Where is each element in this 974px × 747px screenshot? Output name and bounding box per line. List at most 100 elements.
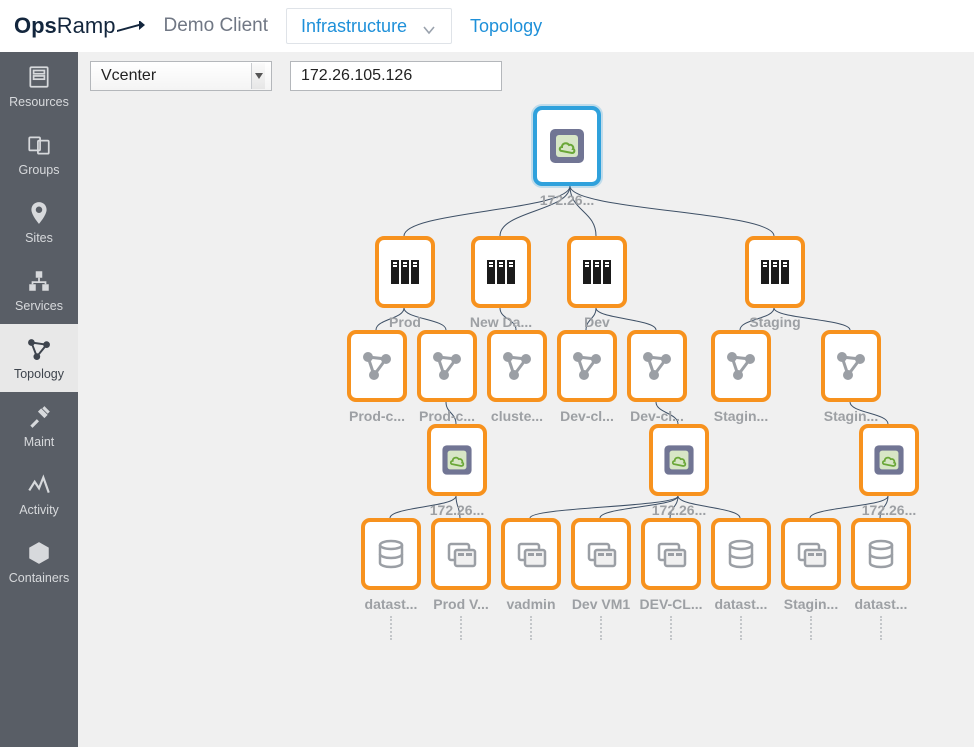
node-label: DEV-CL... — [640, 596, 703, 612]
more-tail — [670, 616, 672, 640]
sidebar: Resources Groups Sites Services Topology — [0, 52, 78, 747]
topology-node-cluster[interactable]: Dev-cl... — [626, 330, 688, 424]
more-tail — [530, 616, 532, 640]
node-label: datast... — [715, 596, 768, 612]
node-box — [361, 518, 421, 590]
node-box — [471, 236, 531, 308]
more-tail — [460, 616, 462, 640]
topology-node-vm[interactable]: Dev VM1 — [570, 518, 632, 640]
sidebar-item-label: Groups — [19, 163, 60, 177]
more-tail — [880, 616, 882, 640]
topology-node-vm[interactable]: DEV-CL... — [640, 518, 702, 640]
group-icon — [25, 132, 53, 158]
node-box — [745, 236, 805, 308]
type-select-value: Vcenter — [101, 67, 156, 85]
more-tail — [600, 616, 602, 640]
node-label: vadmin — [506, 596, 555, 612]
node-label: Stagin... — [784, 596, 838, 612]
topology-node-vm[interactable]: Prod V... — [430, 518, 492, 640]
node-label: Prod-c... — [349, 408, 405, 424]
sidebar-item-maint[interactable]: Maint — [0, 392, 78, 460]
sidebar-item-sites[interactable]: Sites — [0, 188, 78, 256]
node-label: Staging — [749, 314, 800, 330]
node-label: Prod — [389, 314, 421, 330]
sidebar-item-groups[interactable]: Groups — [0, 120, 78, 188]
node-label: Dev — [584, 314, 610, 330]
sidebar-item-label: Services — [15, 299, 63, 313]
dropdown-arrow-icon — [251, 63, 265, 89]
topology-node-datacenter[interactable]: Prod — [374, 236, 436, 330]
topology-node-cluster[interactable]: Stagin... — [820, 330, 882, 424]
topology-node-cluster[interactable]: cluste... — [486, 330, 548, 424]
more-tail — [390, 616, 392, 640]
sidebar-item-topology[interactable]: Topology — [0, 324, 78, 392]
topology-node-datacenter[interactable]: New Da... — [470, 236, 532, 330]
sidebar-item-containers[interactable]: Containers — [0, 528, 78, 596]
topology-icon — [25, 336, 53, 362]
topology-node-vcenter[interactable]: 172.26... — [536, 106, 598, 208]
sidebar-item-label: Activity — [19, 503, 59, 517]
brand-logo: Ops Ramp — [14, 13, 145, 39]
sidebar-item-label: Sites — [25, 231, 53, 245]
topology-node-cluster[interactable]: Prod-c... — [346, 330, 408, 424]
node-box — [417, 330, 477, 402]
node-label: Stagin... — [824, 408, 878, 424]
topology-node-datastore[interactable]: datast... — [850, 518, 912, 640]
node-label: 172.26... — [430, 502, 485, 518]
tools-icon — [25, 404, 53, 430]
sidebar-item-label: Topology — [14, 367, 64, 381]
brand-prefix: Ops — [14, 13, 57, 39]
pin-icon — [25, 200, 53, 226]
breadcrumb-topology[interactable]: Topology — [470, 16, 542, 37]
topology-canvas[interactable]: 172.26... Prod New Da... Dev Staging Pro… — [78, 100, 974, 747]
search-input[interactable]: 172.26.105.126 — [290, 61, 502, 91]
node-label: Stagin... — [714, 408, 768, 424]
sidebar-item-resources[interactable]: Resources — [0, 52, 78, 120]
node-box — [431, 518, 491, 590]
sidebar-item-label: Containers — [9, 571, 69, 585]
topology-node-datacenter[interactable]: Dev — [566, 236, 628, 330]
node-box — [851, 518, 911, 590]
node-box — [557, 330, 617, 402]
node-box — [487, 330, 547, 402]
sidebar-item-services[interactable]: Services — [0, 256, 78, 324]
topology-node-vm[interactable]: vadmin — [500, 518, 562, 640]
topology-node-cluster[interactable]: Stagin... — [710, 330, 772, 424]
sidebar-item-label: Maint — [24, 435, 55, 449]
topology-node-datastore[interactable]: datast... — [710, 518, 772, 640]
topology-node-vm[interactable]: Stagin... — [780, 518, 842, 640]
sidebar-item-label: Resources — [9, 95, 69, 109]
sidebar-item-activity[interactable]: Activity — [0, 460, 78, 528]
type-select[interactable]: Vcenter — [90, 61, 272, 91]
topology-node-host[interactable]: 172.26... — [426, 424, 488, 518]
topology-node-datastore[interactable]: datast... — [360, 518, 422, 640]
topology-node-cluster[interactable]: Dev-cl... — [556, 330, 618, 424]
node-box — [649, 424, 709, 496]
node-box — [427, 424, 487, 496]
topology-node-host[interactable]: 172.26... — [858, 424, 920, 518]
node-box — [501, 518, 561, 590]
search-input-value: 172.26.105.126 — [301, 67, 412, 85]
more-tail — [740, 616, 742, 640]
section-dropdown[interactable]: Infrastructure — [286, 8, 452, 44]
node-box — [347, 330, 407, 402]
node-label: datast... — [365, 596, 418, 612]
topology-node-cluster[interactable]: Prod-c... — [416, 330, 478, 424]
section-dropdown-label: Infrastructure — [301, 16, 407, 37]
server-icon — [25, 64, 53, 90]
node-label: Prod V... — [433, 596, 489, 612]
node-label: Dev VM1 — [572, 596, 630, 612]
node-box — [781, 518, 841, 590]
topology-node-host[interactable]: 172.26... — [648, 424, 710, 518]
node-box — [641, 518, 701, 590]
node-box — [859, 424, 919, 496]
node-label: 172.26... — [540, 192, 595, 208]
node-box — [533, 106, 601, 186]
node-box — [711, 330, 771, 402]
topology-node-datacenter[interactable]: Staging — [744, 236, 806, 330]
node-box — [375, 236, 435, 308]
cube-icon — [25, 540, 53, 566]
node-label: Prod-c... — [419, 408, 475, 424]
node-label: cluste... — [491, 408, 543, 424]
canvas-wrap: Vcenter 172.26.105.126 172.26... Prod Ne… — [78, 52, 974, 747]
